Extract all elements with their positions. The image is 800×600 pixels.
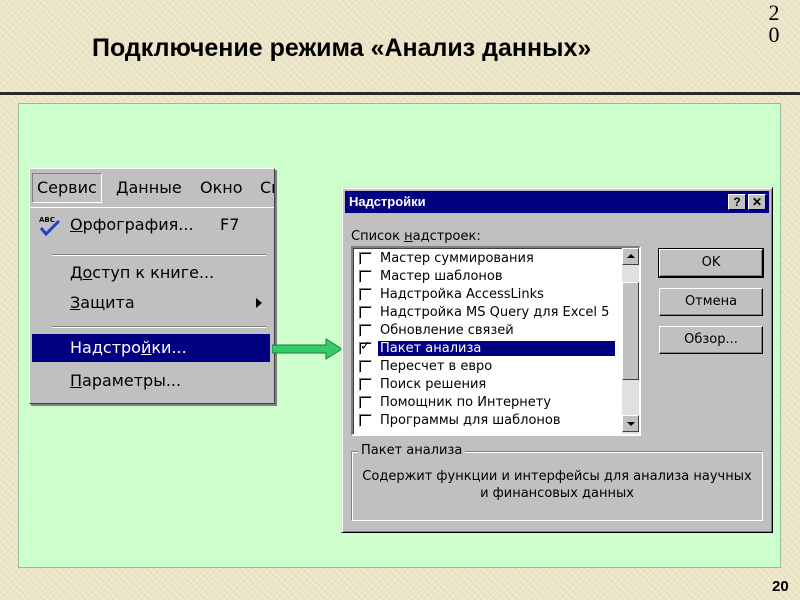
submenu-arrow-icon	[256, 298, 262, 308]
menu-separator	[52, 326, 266, 328]
scroll-down-button[interactable]	[622, 415, 639, 432]
addin-description-group: Пакет анализа Содержит функции и интерфе…	[351, 443, 763, 521]
arrow-up-icon	[627, 254, 635, 258]
menu-item-addins[interactable]: Надстройки...	[32, 334, 270, 362]
list-item[interactable]: Мастер суммирования	[356, 250, 616, 268]
menu-item-spelling[interactable]: ABC Орфография... F7	[32, 212, 270, 238]
ok-button[interactable]: OK	[658, 248, 764, 278]
svg-text:ABC: ABC	[39, 216, 55, 224]
checkbox[interactable]	[359, 270, 372, 283]
scroll-thumb[interactable]	[622, 282, 639, 380]
checkbox[interactable]	[359, 324, 372, 337]
menu-separator	[52, 254, 266, 256]
menubar-item-window[interactable]: Окно	[200, 178, 243, 197]
corner-slide-number: 20	[768, 0, 780, 47]
arrow-down-icon	[627, 422, 635, 426]
list-item[interactable]: Программы для шаблонов	[356, 412, 616, 430]
checkbox[interactable]	[359, 288, 372, 301]
list-item-analysis-toolpak[interactable]: Пакет анализа	[356, 339, 616, 358]
list-item[interactable]: Помощник по Интернету	[356, 394, 616, 412]
shortcut-f7: F7	[220, 215, 240, 234]
menubar-item-data[interactable]: Данные	[116, 178, 182, 197]
cancel-button[interactable]: Отмена	[659, 288, 763, 316]
right-arrow-icon	[272, 338, 343, 360]
list-item[interactable]: Надстройка AccessLinks	[356, 286, 616, 304]
checkbox[interactable]	[359, 306, 372, 319]
help-button[interactable]: ?	[728, 194, 746, 210]
menu-item-options[interactable]: Параметры...	[32, 368, 270, 394]
checkbox[interactable]	[359, 360, 372, 373]
close-button[interactable]: ✕	[748, 194, 766, 210]
menu-item-share-workbook[interactable]: Доступ к книге...	[32, 260, 270, 286]
scroll-up-button[interactable]	[622, 248, 639, 265]
list-item[interactable]: Надстройка MS Query для Excel 5	[356, 304, 616, 322]
checkbox[interactable]	[359, 414, 372, 427]
dialog-title: Надстройки	[349, 194, 426, 209]
addins-list[interactable]: Мастер суммирования Мастер шаблонов Надс…	[351, 246, 641, 436]
page-number: 20	[772, 578, 789, 595]
list-item[interactable]: Пересчет в евро	[356, 358, 616, 376]
checkbox-checked[interactable]	[359, 339, 372, 355]
dialog-titlebar[interactable]: Надстройки ? ✕	[345, 191, 769, 213]
title-divider	[0, 92, 800, 95]
spellcheck-icon: ABC	[39, 216, 61, 237]
menu-item-protection[interactable]: Защита	[32, 290, 270, 316]
service-dropdown: ABC Орфография... F7 Доступ к книге... З…	[30, 207, 274, 403]
menubar-item-help[interactable]: Сп	[260, 178, 274, 197]
menubar-item-service[interactable]: Сервис	[32, 173, 102, 203]
checkbox[interactable]	[359, 252, 372, 265]
checkbox[interactable]	[359, 396, 372, 409]
addin-description: Содержит функции и интерфейсы для анализ…	[362, 469, 752, 501]
menubar: Сервис Данные Окно Сп	[30, 169, 274, 207]
group-title: Пакет анализа	[358, 443, 466, 458]
checkbox[interactable]	[359, 378, 372, 391]
slide-title: Подключение режима «Анализ данных»	[92, 34, 592, 62]
list-scrollbar[interactable]	[622, 248, 639, 434]
list-item[interactable]: Обновление связей	[356, 322, 616, 340]
service-menu: Сервис Данные Окно Сп ABC Орфография... …	[29, 168, 275, 404]
addins-list-label: Список надстроек:	[351, 229, 481, 244]
list-item[interactable]: Мастер шаблонов	[356, 268, 616, 286]
addins-dialog: Надстройки ? ✕ Список надстроек: Мастер …	[341, 187, 773, 533]
list-item[interactable]: Поиск решения	[356, 376, 616, 394]
browse-button[interactable]: Обзор...	[659, 326, 763, 354]
